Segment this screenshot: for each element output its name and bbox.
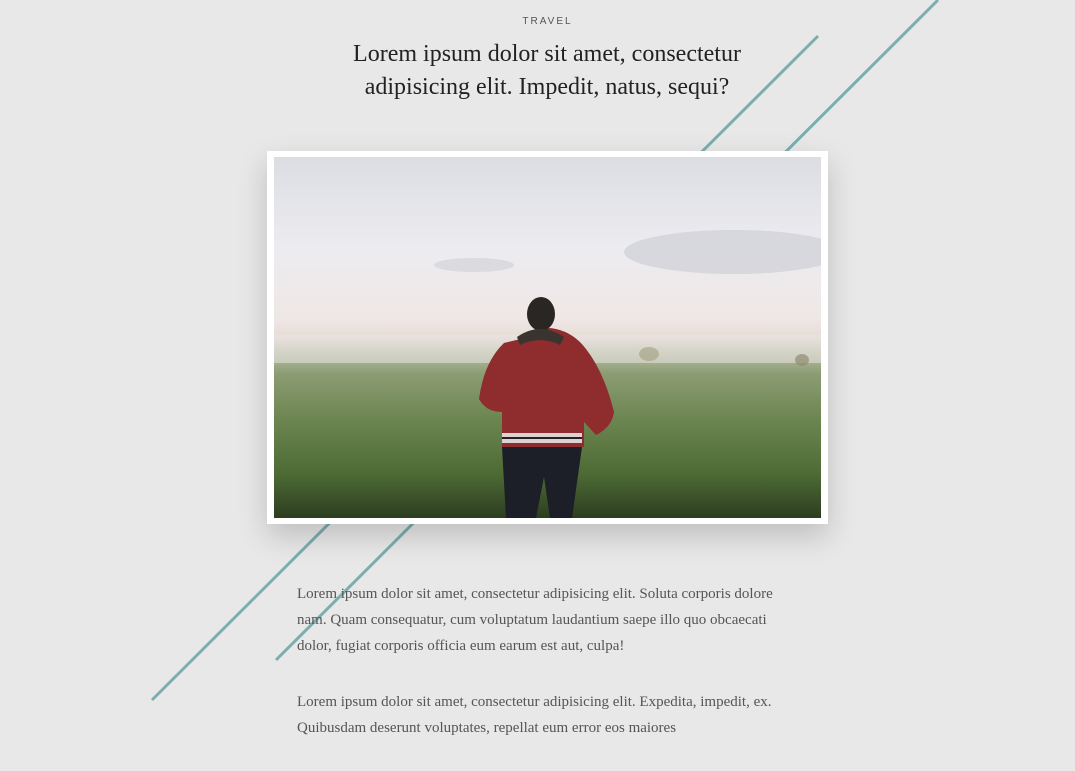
article-paragraph-1: Lorem ipsum dolor sit amet, consectetur …: [297, 586, 773, 654]
featured-image-frame: [267, 151, 828, 524]
article-title: Lorem ipsum dolor sit amet, consectetur …: [353, 41, 741, 100]
featured-image: [274, 157, 821, 518]
article-paragraph-2: Lorem ipsum dolor sit amet, consectetur …: [297, 694, 772, 736]
article-body: Lorem ipsum dolor sit amet, consectetur …: [297, 581, 787, 771]
article-category: TRAVEL: [522, 16, 573, 27]
